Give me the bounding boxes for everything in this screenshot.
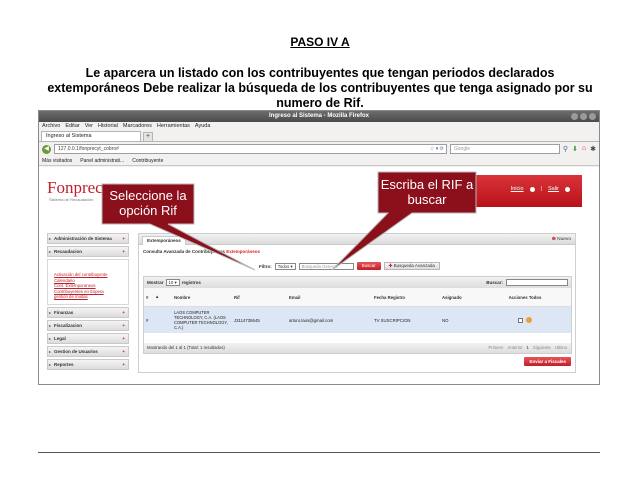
callout-text-rif-option: Seleccione la opción Rif [109, 188, 187, 218]
callout-overlay [101, 171, 477, 271]
bottom-divider [38, 452, 600, 453]
callout-text-rif-input: Escriba el RIF a buscar [380, 177, 474, 207]
